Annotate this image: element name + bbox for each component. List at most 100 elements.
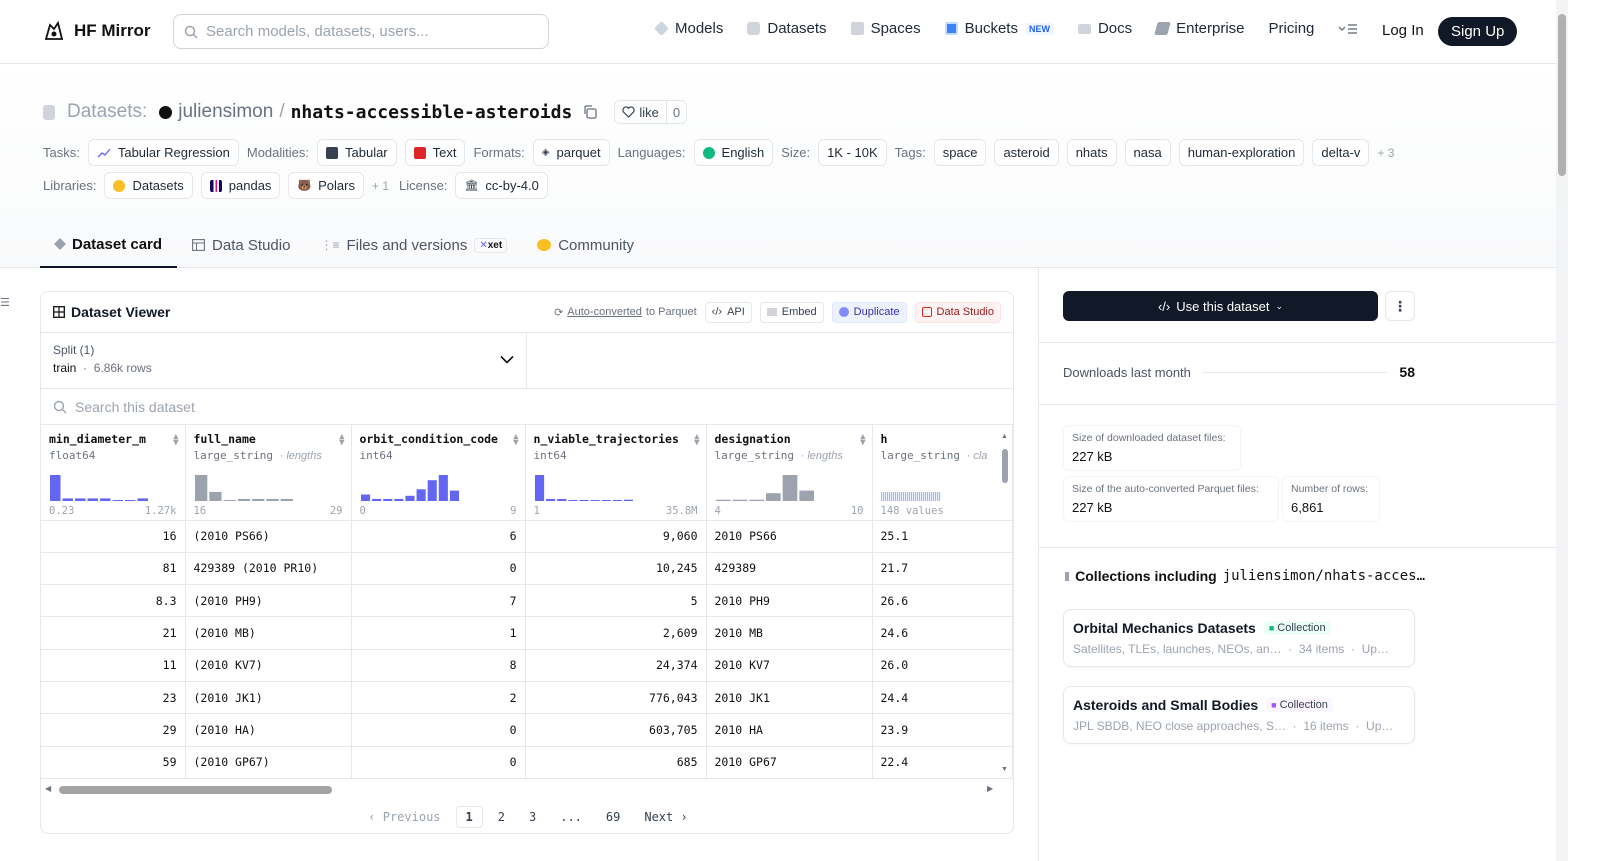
nav-models[interactable]: Models bbox=[654, 20, 723, 37]
tag-nhats[interactable]: nhats bbox=[1066, 139, 1117, 166]
tab-community[interactable]: Community bbox=[522, 222, 649, 268]
tab-dataset-card[interactable]: Dataset card bbox=[40, 222, 178, 268]
nav-docs[interactable]: Docs bbox=[1077, 20, 1132, 37]
table-row[interactable]: 23 (2010 JK1) 2 776,043 2010 JK1 24.4 bbox=[41, 681, 1013, 715]
cell-orbit-condition-code[interactable]: 0 bbox=[351, 746, 526, 779]
nav-datasets[interactable]: Datasets bbox=[747, 20, 827, 37]
cell-orbit-condition-code[interactable]: 0 bbox=[351, 552, 526, 586]
cell-min-diameter-m[interactable]: 8.3 bbox=[41, 584, 186, 618]
cell-min-diameter-m[interactable]: 23 bbox=[41, 681, 186, 715]
collection-card[interactable]: Asteroids and Small Bodies ■ Collection JP… bbox=[1063, 686, 1415, 744]
login-link[interactable]: Log In bbox=[1382, 22, 1424, 39]
library-tag-datasets[interactable]: Datasets bbox=[104, 172, 193, 199]
cell-orbit-condition-code[interactable]: 7 bbox=[351, 584, 526, 618]
page-scroll-thumb[interactable] bbox=[1558, 14, 1566, 176]
next-page-button[interactable]: Next › bbox=[635, 807, 696, 827]
sort-icon[interactable]: ▲ ▼ bbox=[173, 433, 178, 448]
table-row[interactable]: 59 (2010 GP67) 0 685 2010 GP67 22.4 bbox=[41, 746, 1013, 779]
language-tag[interactable]: English bbox=[693, 139, 774, 166]
cell-designation[interactable]: 2010 PH9 bbox=[706, 584, 873, 618]
cell-min-diameter-m[interactable]: 11 bbox=[41, 649, 186, 682]
cell-min-diameter-m[interactable]: 81 bbox=[41, 552, 186, 586]
column-header-min-diameter-m[interactable]: min_diameter_m float64 ▲ ▼ 0.23 1.27k bbox=[41, 425, 186, 521]
cell-n-viable-trajectories[interactable]: 10,245 bbox=[525, 552, 707, 586]
cell-h[interactable]: 24.4 bbox=[872, 681, 1013, 715]
duplicate-button[interactable]: Duplicate bbox=[831, 301, 907, 323]
cell-min-diameter-m[interactable]: 16 bbox=[41, 520, 186, 553]
scroll-right-icon[interactable]: ▶ bbox=[987, 784, 993, 793]
scroll-left-icon[interactable]: ◀ bbox=[45, 784, 51, 793]
cell-min-diameter-m[interactable]: 29 bbox=[41, 713, 186, 747]
scroll-up-icon[interactable]: ▲ bbox=[1001, 433, 1008, 440]
cell-n-viable-trajectories[interactable]: 9,060 bbox=[525, 520, 707, 553]
copy-icon[interactable] bbox=[582, 104, 598, 120]
license-tag[interactable]: 🏛 cc-by-4.0 bbox=[455, 172, 548, 199]
sort-icon[interactable]: ▲ ▼ bbox=[339, 433, 344, 448]
cell-min-diameter-m[interactable]: 59 bbox=[41, 746, 186, 779]
page-2-button[interactable]: 2 bbox=[489, 807, 514, 827]
table-row[interactable]: 8.3 (2010 PH9) 7 5 2010 PH9 26.6 bbox=[41, 584, 1013, 618]
cell-orbit-condition-code[interactable]: 2 bbox=[351, 681, 526, 715]
auto-converted-link[interactable]: Auto-converted bbox=[567, 306, 642, 318]
brand-logo[interactable]: HF Mirror bbox=[42, 19, 151, 43]
cell-h[interactable]: 23.9 bbox=[872, 713, 1013, 747]
cell-designation[interactable]: 2010 JK1 bbox=[706, 681, 873, 715]
cell-n-viable-trajectories[interactable]: 603,705 bbox=[525, 713, 707, 747]
api-button[interactable]: ‹/› API bbox=[704, 301, 752, 323]
embed-button[interactable]: Embed bbox=[759, 301, 824, 323]
tab-files[interactable]: ⋮≡ Files and versions ✕xet bbox=[305, 222, 522, 268]
cell-full-name[interactable]: (2010 HA) bbox=[185, 713, 352, 747]
sort-icon[interactable]: ▲ ▼ bbox=[860, 433, 865, 448]
library-tag-pandas[interactable]: pandas bbox=[200, 172, 281, 199]
libraries-more[interactable]: + 1 bbox=[372, 179, 389, 193]
table-row[interactable]: 21 (2010 MB) 1 2,609 2010 MB 24.6 bbox=[41, 616, 1013, 650]
nav-spaces[interactable]: Spaces bbox=[850, 20, 921, 37]
tags-more[interactable]: + 3 bbox=[1377, 146, 1394, 160]
more-options-button[interactable]: ⋮ bbox=[1385, 291, 1415, 321]
cell-full-name[interactable]: (2010 MB) bbox=[185, 616, 352, 650]
table-row[interactable]: 11 (2010 KV7) 8 24,374 2010 KV7 26.0 bbox=[41, 649, 1013, 682]
column-header-full-name[interactable]: full_name large_string · lengths ▲ ▼ 16 29 bbox=[185, 425, 352, 521]
horizontal-scroll-thumb[interactable] bbox=[59, 786, 332, 794]
data-studio-button[interactable]: Data Studio bbox=[914, 301, 1001, 323]
cell-n-viable-trajectories[interactable]: 5 bbox=[525, 584, 707, 618]
page-scrollbar[interactable] bbox=[1556, 0, 1568, 861]
global-search-input[interactable]: Search models, datasets, users... bbox=[173, 14, 549, 49]
cell-n-viable-trajectories[interactable]: 685 bbox=[525, 746, 707, 779]
page-1-button[interactable]: 1 bbox=[455, 806, 483, 828]
cell-min-diameter-m[interactable]: 21 bbox=[41, 616, 186, 650]
tag-asteroid[interactable]: asteroid bbox=[994, 139, 1059, 166]
cell-full-name[interactable]: 429389 (2010 PR10) bbox=[185, 552, 352, 586]
table-row[interactable]: 29 (2010 HA) 0 603,705 2010 HA 23.9 bbox=[41, 713, 1013, 747]
cell-n-viable-trajectories[interactable]: 776,043 bbox=[525, 681, 707, 715]
sidebar-toggle-icon[interactable]: ☰ bbox=[0, 296, 10, 309]
nav-pricing[interactable]: Pricing bbox=[1269, 20, 1315, 37]
cell-full-name[interactable]: (2010 JK1) bbox=[185, 681, 352, 715]
task-tag[interactable]: Tabular Regression bbox=[87, 139, 239, 166]
cell-full-name[interactable]: (2010 KV7) bbox=[185, 649, 352, 682]
cell-h[interactable]: 25.1 bbox=[872, 520, 1013, 553]
cell-designation[interactable]: 429389 bbox=[706, 552, 873, 586]
cell-full-name[interactable]: (2010 PH9) bbox=[185, 584, 352, 618]
cell-h[interactable]: 26.6 bbox=[872, 584, 1013, 618]
tag-nasa[interactable]: nasa bbox=[1124, 139, 1171, 166]
like-button[interactable]: like 0 bbox=[614, 100, 688, 124]
cell-n-viable-trajectories[interactable]: 24,374 bbox=[525, 649, 707, 682]
cell-designation[interactable]: 2010 GP67 bbox=[706, 746, 873, 779]
cell-h[interactable]: 24.6 bbox=[872, 616, 1013, 650]
use-dataset-button[interactable]: ‹/› Use this dataset ⌄ bbox=[1063, 291, 1378, 321]
horizontal-scrollbar[interactable]: ◀ ▶ bbox=[41, 780, 1013, 800]
cell-designation[interactable]: 2010 KV7 bbox=[706, 649, 873, 682]
table-row[interactable]: 16 (2010 PS66) 6 9,060 2010 PS66 25.1 bbox=[41, 520, 1013, 553]
cell-h[interactable]: 22.4 bbox=[872, 746, 1013, 779]
cell-full-name[interactable]: (2010 PS66) bbox=[185, 520, 352, 553]
repo-owner-link[interactable]: juliensimon bbox=[178, 101, 273, 123]
sort-icon[interactable]: ▲ ▼ bbox=[694, 433, 699, 448]
cell-designation[interactable]: 2010 HA bbox=[706, 713, 873, 747]
nav-buckets[interactable]: Buckets NEW bbox=[944, 20, 1054, 37]
page-69-button[interactable]: 69 bbox=[597, 807, 629, 827]
table-row[interactable]: 81 429389 (2010 PR10) 0 10,245 429389 21.7 bbox=[41, 552, 1013, 586]
sort-icon[interactable]: ▲ ▼ bbox=[513, 433, 518, 448]
signup-button[interactable]: Sign Up bbox=[1438, 17, 1518, 46]
nav-more-menu[interactable] bbox=[1338, 23, 1358, 35]
